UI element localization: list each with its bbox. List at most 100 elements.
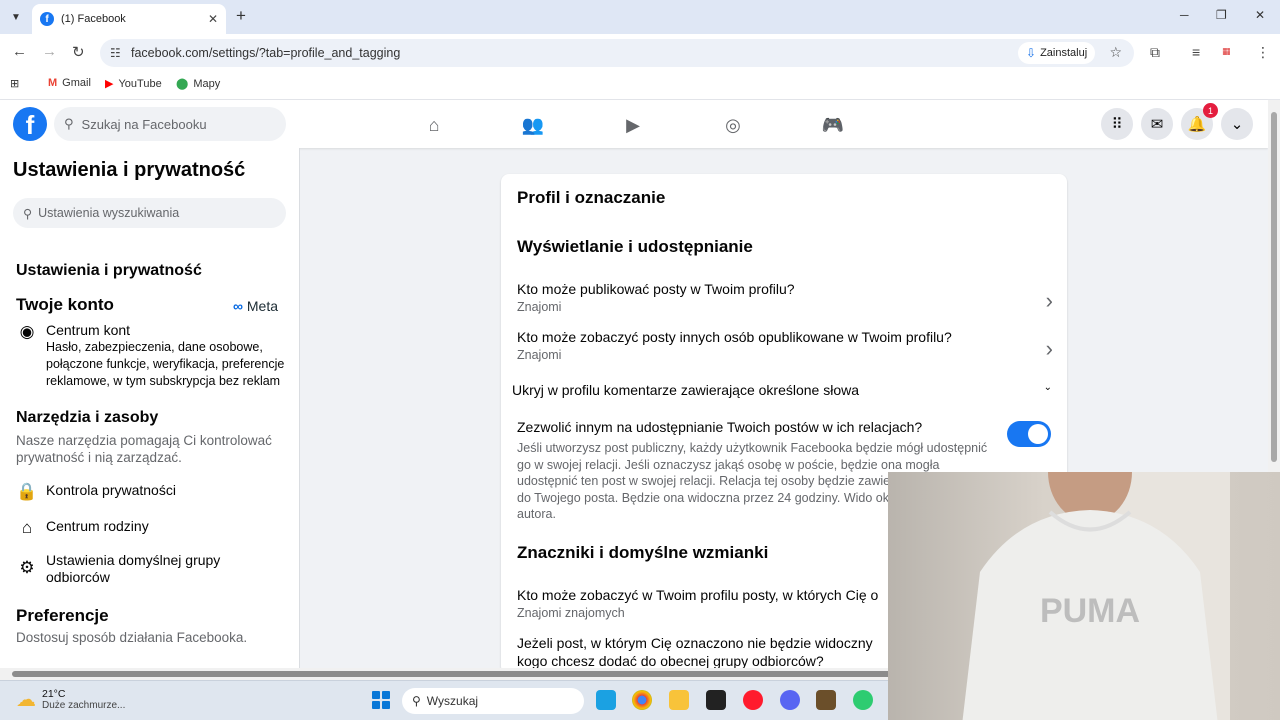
weather-temp: 21°C [42,688,66,700]
share-to-stories-question: Zezwolić innym na udostępnianie Twoich p… [517,419,923,435]
section-your-account: Twoje konto [16,295,114,314]
apps-grid-icon[interactable]: ⊞ [10,77,19,90]
start-button[interactable] [372,691,390,709]
section-viewing-sharing: Wyświetlanie i udostępnianie [517,237,753,256]
sidebar-item-family-center[interactable]: ⌂ Centrum rodziny [16,518,149,538]
address-bar[interactable]: ☷ facebook.com/settings/?tab=profile_and… [100,39,1134,67]
sidebar-item-label: Kontrola prywatności [46,482,176,498]
section-tools: Narzędzia i zasoby [16,409,159,426]
browser-tab-facebook[interactable]: f (1) Facebook ✕ [32,4,226,34]
close-tab-icon[interactable]: ✕ [208,12,218,26]
setting-row-tag-audience[interactable]: Jeżeli post, w którym Cię oznaczono nie … [517,634,897,670]
bookmark-youtube[interactable]: ▶ YouTube [105,77,162,91]
site-info-icon[interactable]: ☷ [110,46,121,60]
sidebar-item-accounts-center[interactable]: ◉ Centrum kont Hasło, zabezpieczenia, da… [16,322,291,390]
back-button[interactable]: ← [12,43,27,60]
sidebar-item-label: Centrum kont [46,322,131,338]
section-tags-mentions: Znaczniki i domyślne wzmianki [517,543,769,562]
friends-icon[interactable]: 👥 [521,113,545,137]
reload-button[interactable]: ↻ [72,43,85,61]
notification-badge: 1 [1203,103,1218,118]
chrome-taskbar-icon[interactable] [632,690,652,710]
maps-icon: ⬤ [176,78,189,90]
scrollbar-thumb[interactable] [1271,112,1277,462]
file-explorer-icon[interactable] [669,690,689,710]
settings-search-input[interactable]: ⚲ Ustawienia wyszukiwania [13,198,286,228]
hide-comments-label: Ukryj w profilu komentarze zawierające o… [512,382,860,398]
tab-title: (1) Facebook [61,13,126,25]
shirt-logo-text: PUMA [1040,592,1140,630]
share-to-stories-toggle[interactable] [1007,421,1051,447]
bookmark-maps[interactable]: ⬤ Mapy [176,77,220,91]
home-icon[interactable]: ⌂ [422,113,446,137]
bookmark-gmail[interactable]: M Gmail [48,77,91,89]
opera-icon[interactable] [743,690,763,710]
facebook-logo[interactable]: f [13,107,47,141]
person-silhouette: PUMA [962,472,1230,720]
webcam-overlay: PUMA [888,472,1280,720]
search-icon: ⚲ [412,694,421,708]
new-tab-button[interactable]: + [236,6,246,26]
messenger-icon[interactable]: ✉ [1141,108,1173,140]
weather-widget[interactable]: ☁ 21°C Duże zachmurze... [16,687,125,712]
install-app-button[interactable]: ⇩ Zainstaluj [1018,42,1096,64]
install-icon: ⇩ [1026,46,1037,60]
setting-value: Znajomi [517,348,562,362]
sidebar-item-label: Centrum rodziny [46,518,149,534]
search-icon: ⚲ [64,116,74,131]
lock-icon: 🔒 [16,482,38,501]
minimize-icon[interactable]: ─ [1180,8,1189,22]
groups-icon[interactable]: ◎ [721,113,745,137]
weather-cloud-icon: ☁ [16,689,36,711]
meta-infinity-icon: ∞ [233,298,243,314]
gear-icon: ⚙ [19,558,35,577]
url-text[interactable]: facebook.com/settings/?tab=profile_and_t… [131,46,400,60]
toggle-knob [1028,424,1048,444]
tab-search-dropdown-icon[interactable]: ▼ [6,7,26,27]
setting-row-who-can-see-others-posts[interactable]: Kto może zobaczyć posty innych osób opub… [517,328,1053,362]
gaming-icon[interactable]: 🎮 [821,113,845,137]
address-toolbar: ← → ↻ ☷ facebook.com/settings/?tab=profi… [0,34,1280,72]
bookmarks-bar: ⊞ M Gmail ▶ YouTube ⬤ Mapy [0,72,1280,100]
search-placeholder: Szukaj na Facebooku [81,116,207,132]
close-window-icon[interactable]: ✕ [1255,8,1265,22]
youtube-icon: ▶ [105,78,114,90]
taskbar-app-icon[interactable] [853,690,873,710]
setting-row-who-can-post[interactable]: Kto może publikować posty w Twoim profil… [517,280,1053,314]
hide-comments-expander[interactable]: Ukryj w profilu komentarze zawierające o… [512,382,1052,398]
meta-logo: ∞ Meta [233,298,278,314]
gmail-icon: M [48,77,58,89]
bookmark-star-icon[interactable]: ☆ [1109,44,1122,61]
sidebar-title: Ustawienia i prywatność [13,159,246,181]
chevron-right-icon: › [1045,336,1053,361]
menu-grid-icon[interactable]: ⠿ [1101,108,1133,140]
taskbar-search-input[interactable]: ⚲ Wyszukaj [402,688,584,714]
sidebar-item-desc: Hasło, zabezpieczenia, dane osobowe, poł… [46,340,285,388]
taskbar-search-placeholder: Wyszukaj [426,694,479,708]
video-icon[interactable]: ▶ [621,113,645,137]
forward-button[interactable]: → [42,43,57,60]
extensions-icon[interactable]: ⧉ [1150,44,1160,61]
sidebar-item-label: Ustawienia domyślnej grupy odbiorców [46,552,221,585]
meta-label: Meta [246,298,278,314]
page-title: Profil i oznaczanie [517,188,666,207]
menu-kebab-icon[interactable]: ⋮ [1256,44,1270,61]
restore-icon[interactable]: ❐ [1216,8,1227,22]
sidebar-item-default-audience[interactable]: ⚙ Ustawienia domyślnej grupy odbiorców [16,552,246,586]
taskbar-app-icon[interactable] [706,690,726,710]
taskbar-app-icon[interactable] [596,690,616,710]
sidebar-item-privacy-checkup[interactable]: 🔒 Kontrola prywatności [16,482,176,502]
family-icon: ⌂ [21,518,33,537]
minecraft-icon[interactable] [816,690,836,710]
account-avatar[interactable]: ⌄ [1221,108,1253,140]
facebook-search-input[interactable]: ⚲ Szukaj na Facebooku [54,107,286,141]
settings-sidebar: Ustawienia i prywatność ⚲ Ustawienia wys… [0,148,300,668]
preferences-desc: Dostosuj sposób działania Facebooka. [16,630,248,645]
setting-question: Kto może publikować posty w Twoim profil… [517,281,795,297]
profile-avatar-icon[interactable]: ▦ [1222,46,1231,57]
media-control-icon[interactable]: ≡ [1192,44,1200,60]
discord-icon[interactable] [780,690,800,710]
chevron-down-icon: ⌄ [1043,382,1052,393]
settings-search-placeholder: Ustawienia wyszukiwania [38,206,180,220]
browser-tabbar: ▼ f (1) Facebook ✕ + ─ ❐ ✕ [0,0,1280,34]
